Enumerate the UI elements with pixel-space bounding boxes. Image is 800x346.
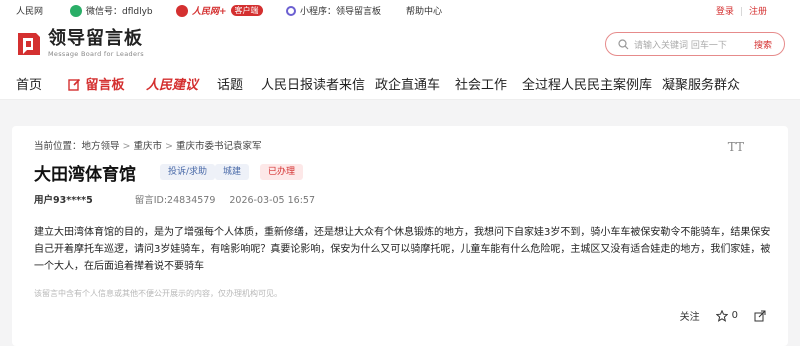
post-actions: 关注 0 [680,308,766,323]
help-center-link[interactable]: 帮助中心 [406,4,442,17]
font-size-icon[interactable]: TT [728,140,744,154]
nav-item-serve-people[interactable]: 凝聚服务群众 [662,74,740,93]
like-count: 0 [731,310,738,321]
post-title: 大田湾体育馆 [34,165,136,185]
site-header: 领导留言板 Message Board for Leaders 请输入关键词 回… [0,20,800,66]
nav-item-people-suggestion[interactable]: 人民建议 [146,74,198,93]
post-meta: 用户93****5 留言ID:24834579 2026-03-05 16:57 [34,192,315,206]
nav-item-gov-enterprise[interactable]: 政企直通车 [375,74,440,93]
wechat-icon [70,4,82,17]
field-tag: 城建 [215,164,250,180]
category-tag: 投诉/求助 [160,164,216,180]
post-content: 建立大田湾体育馆的目的，是为了增强每个人体质，重新修缮，还是想让大众有个休息锻炼… [34,227,771,272]
app-brand-label: 人民网+ [192,7,227,17]
search-box[interactable]: 请输入关键词 回车一下 搜索 [605,32,785,56]
nav-item-readers-letters[interactable]: 人民日报读者来信 [261,74,365,93]
help-center-label: 帮助中心 [406,7,443,17]
privacy-note: 该留言中含有个人信息或其他不便公开展示的内容，仅办理机构可见。 [34,289,282,298]
nav-item-democracy-cases[interactable]: 全过程人民民主案例库 [522,74,652,93]
breadcrumb-prefix: 当前位置： [34,141,82,152]
miniprogram-info[interactable]: 小程序：领导留言板 [286,4,381,17]
wechat-label: 微信号：dfldlyb [86,7,153,17]
search-icon [618,39,629,50]
miniprogram-icon [286,5,296,16]
wechat-info[interactable]: 微信号：dfldlyb [70,4,153,17]
like-button[interactable]: 0 [715,309,738,322]
message-id: 留言ID:24834579 [134,195,216,206]
search-input[interactable]: 请输入关键词 回车一下 [634,38,727,51]
breadcrumb-item[interactable]: 地方领导 [82,141,120,152]
nav-item-message-board[interactable]: 留言板 [68,74,125,93]
nav-item-message-board-label: 留言板 [85,78,125,93]
edit-icon [68,78,81,91]
share-icon[interactable] [754,310,766,322]
app-badge: 客户端 [230,5,263,16]
post-time: 2026-03-05 16:57 [229,195,315,206]
breadcrumb: 当前位置：地方领导 > 重庆市 > 重庆市委书记袁家军 [34,141,262,152]
nav-item-social-work[interactable]: 社会工作 [455,74,507,93]
app-icon [176,4,188,17]
login-link[interactable]: 登录 [716,7,734,17]
people-net-label: 人民网 [16,7,44,17]
app-download-link[interactable]: 人民网+ 客户端 [176,4,263,17]
site-logo[interactable]: 领导留言板 Message Board for Leaders [16,30,144,58]
follow-button[interactable]: 关注 [680,308,700,323]
breadcrumb-item[interactable]: 重庆市 [134,141,163,152]
status-badge: 已办理 [260,164,304,180]
top-utility-bar: 人民网 微信号：dfldlyb 人民网+ 客户端 小程序：领导留言板 帮助中心 … [0,0,800,20]
logo-icon [18,33,40,55]
miniprogram-label: 小程序：领导留言板 [300,7,382,17]
people-net-link[interactable]: 人民网 [16,4,43,17]
breadcrumb-item[interactable]: 重庆市委书记袁家军 [176,141,262,152]
main-nav: 首页 留言板 人民建议 话题 人民日报读者来信 政企直通车 社会工作 全过程人民… [0,66,800,100]
auth-links: 登录 | 注册 [715,7,767,17]
nav-item-home[interactable]: 首页 [16,74,42,93]
logo-title: 领导留言板 [48,28,143,49]
post-card: 当前位置：地方领导 > 重庆市 > 重庆市委书记袁家军 TT 大田湾体育馆 投诉/求助 … [12,126,788,346]
register-link[interactable]: 注册 [749,7,767,17]
post-author: 用户93****5 [34,195,93,206]
logo-subtitle: Message Board for Leaders [48,50,144,58]
nav-item-topics[interactable]: 话题 [217,74,243,93]
star-icon [715,309,728,322]
search-button[interactable]: 搜索 [754,38,772,51]
